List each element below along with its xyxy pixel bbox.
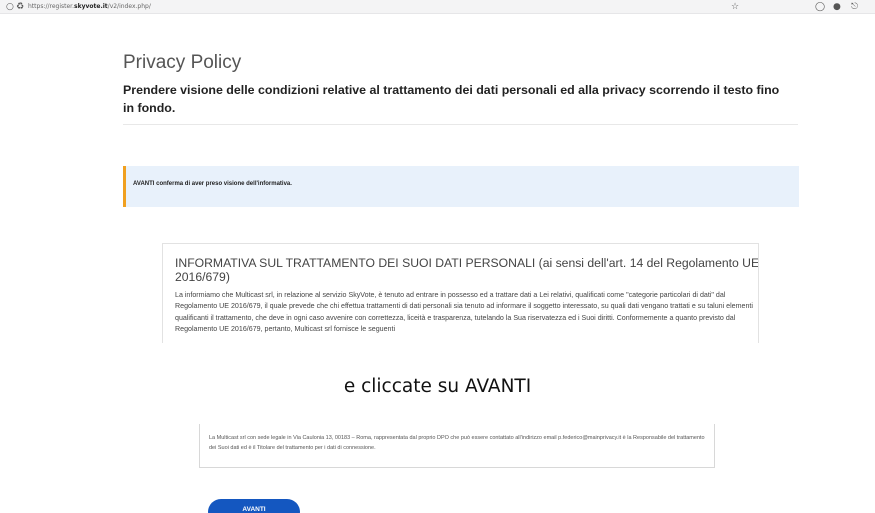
lock-icon[interactable]: ♻ [16,2,24,12]
policy-scroll-box[interactable]: INFORMATIVA SUL TRATTAMENTO DEI SUOI DAT… [162,243,759,343]
instruction-caption: e cliccate su AVANTI [343,376,532,397]
url-domain: skyvote.it [74,3,108,10]
profile-icon[interactable]: ● [833,2,841,12]
pocket-icon[interactable]: ◯ [815,2,825,12]
extensions-icon[interactable]: ⎋ [851,2,858,12]
page-subtitle: Prendere visione delle condizioni relati… [123,83,780,115]
url-prefix: https://register. [28,3,75,10]
star-icon[interactable]: ☆ [731,2,739,12]
policy-closing-text: La Multicast srl con sede legale in Via … [209,435,705,451]
shield-icon[interactable]: ○ [6,2,14,12]
page-title: Privacy Policy [123,52,242,73]
notice-text: AVANTI conferma di aver preso visione de… [133,181,292,187]
url-path: /v2/index.php/ [107,3,151,10]
policy-scroll-box-end[interactable]: La Multicast srl con sede legale in Via … [199,424,715,468]
info-notice: AVANTI conferma di aver preso visione de… [123,166,799,207]
avanti-button[interactable]: AVANTI [208,499,300,513]
address-bar[interactable]: https://register.skyvote.it/v2/index.php… [28,2,151,12]
browser-toolbar: ○ ♻ https://register.skyvote.it/v2/index… [0,0,875,14]
policy-body: La informiamo che Multicast srl, in rela… [175,291,753,334]
divider [123,124,798,125]
policy-heading: INFORMATIVA SUL TRATTAMENTO DEI SUOI DAT… [175,256,759,284]
